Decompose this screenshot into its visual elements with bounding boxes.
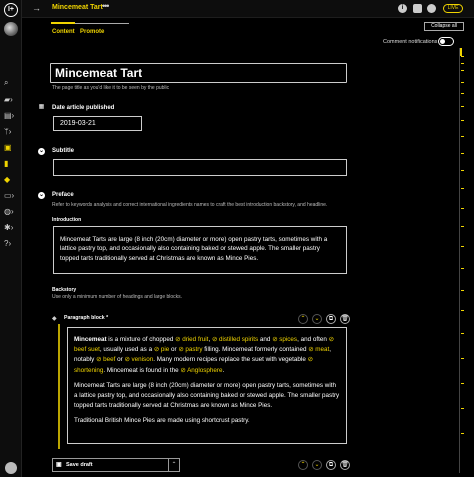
backstory-hint: Use only a minimum number of headings an… — [52, 294, 183, 300]
link-pie[interactable]: ⊘ pie — [154, 346, 169, 353]
minimap-tick — [461, 358, 464, 359]
minimap-tick — [461, 82, 464, 83]
site-avatar[interactable] — [4, 22, 18, 36]
delete-button[interactable]: 🗑 — [340, 460, 350, 470]
image-icon[interactable]: ▣ — [4, 143, 19, 153]
link-anglosphere[interactable]: ⊘ Anglosphere — [180, 367, 222, 374]
block-indicator — [58, 324, 60, 449]
left-rail: I+ ⌕ ▰› ▤› ᛘ› ▣ ▮ ◆ ▭› ◍› ✱› ?› — [0, 0, 22, 477]
tab-active-indicator — [51, 22, 75, 24]
minimap-tick — [461, 153, 464, 154]
delete-button[interactable]: 🗑 — [340, 314, 350, 324]
minimap-tick — [461, 333, 464, 334]
settings-icon[interactable]: ✱› — [4, 223, 19, 233]
minimap-tick — [461, 226, 464, 227]
paragraph-editor[interactable]: Mincemeat is a mixture of chopped ⊘ drie… — [67, 327, 347, 444]
chevron-down-icon[interactable]: ⌄ — [38, 148, 45, 155]
editor-main: Mincemeat Tart The page title as you'd l… — [22, 42, 459, 477]
clipboard-icon[interactable]: ▭› — [4, 191, 19, 201]
link-pastry[interactable]: ⊘ pastry — [178, 346, 202, 353]
save-options-chevron-icon[interactable]: ⌃ — [168, 458, 180, 472]
duplicate-button[interactable]: ⧉ — [326, 460, 336, 470]
minimap-tick — [461, 268, 464, 269]
search-icon[interactable]: ⌕ — [4, 78, 19, 88]
info-icon[interactable]: i — [398, 4, 407, 13]
minimap-tick — [461, 310, 464, 311]
backstory-label: Backstory — [52, 287, 77, 293]
date-label: Date article published — [52, 105, 115, 111]
minimap-tick — [461, 56, 464, 57]
move-down-button[interactable]: ⌄ — [312, 314, 322, 324]
move-down-button[interactable]: ⌄ — [312, 460, 322, 470]
live-badge[interactable]: LIVE — [443, 4, 463, 13]
minimap-tick — [461, 106, 464, 107]
comment-icon[interactable] — [413, 4, 422, 13]
subtitle-label: Subtitle — [52, 148, 74, 154]
drag-handle-icon[interactable]: ◆ — [52, 315, 57, 322]
preface-hint: Refer to keywords analysis and correct i… — [52, 202, 328, 208]
paragraph-2: Mincemeat Tarts are large (8 inch (20cm)… — [74, 381, 340, 410]
tab-content[interactable]: Content — [52, 29, 75, 35]
minimap-tick — [461, 70, 464, 71]
window-title: Mincemeat Tart — [52, 4, 103, 11]
folder-icon[interactable]: ▰› — [4, 95, 19, 105]
calendar-icon: ▦ — [38, 104, 45, 110]
utensils-icon[interactable]: ᛘ› — [4, 127, 19, 137]
minimap-tick — [461, 93, 464, 94]
bell-icon[interactable] — [427, 4, 436, 13]
minimap-active-marker — [460, 48, 462, 56]
minimap-tick — [461, 120, 464, 121]
introduction-textarea[interactable]: Mincemeat Tarts are large (8 inch (20cm)… — [53, 226, 347, 274]
collapse-all-button[interactable]: Collapse all — [424, 22, 464, 31]
link-venison[interactable]: ⊘ venison — [124, 356, 153, 363]
paragraph-block-title: Paragraph block * — [64, 315, 109, 321]
minimap-tick — [461, 433, 464, 434]
user-avatar[interactable] — [5, 462, 17, 474]
minimap-tick — [461, 136, 464, 137]
link-distilled-spirits[interactable]: ⊘ distilled spirits — [212, 336, 258, 343]
link-meat[interactable]: ⊘ meat — [308, 346, 329, 353]
minimap-tick — [461, 383, 464, 384]
introduction-label: Introduction — [52, 217, 82, 223]
top-bar: → Mincemeat Tart ••• i LIVE — [22, 0, 474, 18]
globe-icon[interactable]: ◍› — [4, 207, 19, 217]
minimap-tick — [461, 290, 464, 291]
minimap-tick — [461, 246, 464, 247]
link-spices[interactable]: ⊘ spices — [272, 336, 297, 343]
document-icon[interactable]: ▮ — [4, 159, 19, 169]
tag-icon[interactable]: ◆ — [4, 175, 19, 185]
minimap-tick — [461, 63, 464, 64]
save-draft-button[interactable]: ▣ Save draft — [52, 458, 180, 472]
pages-icon[interactable]: ▤› — [4, 111, 19, 121]
help-icon[interactable]: ?› — [4, 239, 19, 249]
paragraph-1: Mincemeat is a mixture of chopped ⊘ drie… — [74, 336, 334, 374]
more-menu-icon[interactable]: ••• — [102, 1, 110, 11]
preface-label: Preface — [52, 192, 74, 198]
subtitle-input[interactable] — [53, 159, 347, 176]
minimap-tick — [461, 208, 464, 209]
title-input[interactable]: Mincemeat Tart — [50, 63, 347, 83]
minimap-tick — [461, 170, 464, 171]
minimap-tick — [461, 408, 464, 409]
save-icon: ▣ — [56, 462, 62, 468]
section-minimap[interactable] — [459, 48, 464, 473]
title-hint: The page title as you'd like it to be se… — [52, 85, 170, 91]
date-input[interactable]: 2019-03-21 — [53, 116, 142, 131]
link-dried-fruit[interactable]: ⊘ dried fruit — [175, 336, 208, 343]
duplicate-button[interactable]: ⧉ — [326, 314, 336, 324]
paragraph-3: Traditional British Mince Pies are made … — [74, 417, 250, 425]
minimap-tick — [461, 188, 464, 189]
link-beef[interactable]: ⊘ beef — [96, 356, 115, 363]
move-up-button[interactable]: ⌃ — [298, 460, 308, 470]
chevron-down-icon[interactable]: ⌄ — [38, 192, 45, 199]
app-logo[interactable]: I+ — [4, 3, 18, 17]
back-arrow-icon[interactable]: → — [32, 3, 41, 13]
tab-promote[interactable]: Promote — [80, 29, 104, 35]
move-up-button[interactable]: ⌃ — [298, 314, 308, 324]
